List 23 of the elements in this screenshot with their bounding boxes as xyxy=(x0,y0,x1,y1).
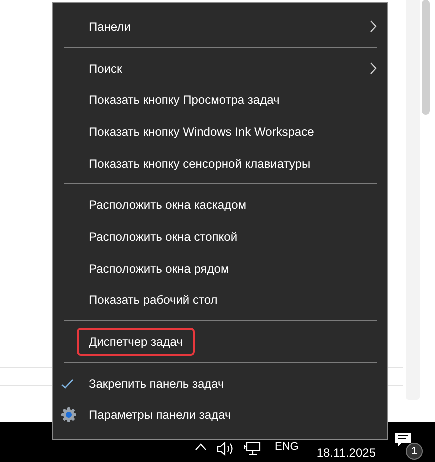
menu-item[interactable]: Параметры панели задач xyxy=(77,401,244,430)
menu-item[interactable]: Расположить окна рядом xyxy=(77,254,242,283)
menu-item[interactable]: Показать кнопку Windows Ink Workspace xyxy=(77,118,326,146)
notification-icon[interactable] xyxy=(394,432,412,448)
menu-item[interactable]: Расположить окна стопкой xyxy=(77,222,250,251)
notification-badge: 1 xyxy=(406,443,423,460)
menu-item[interactable]: Показать рабочий стол xyxy=(77,286,230,314)
menu-item[interactable]: Диспетчер задач xyxy=(77,328,195,356)
scrollbar[interactable] xyxy=(422,0,430,115)
chevron-right-icon xyxy=(370,20,377,34)
menu-item[interactable]: Расположить окна каскадом xyxy=(77,191,259,220)
menu-item[interactable]: Поиск xyxy=(77,54,134,83)
menu-item[interactable]: Показать кнопку сенсорной клавиатуры xyxy=(77,150,323,178)
network-icon[interactable] xyxy=(242,442,261,456)
menu-item[interactable]: Панели xyxy=(77,12,143,41)
speaker-icon[interactable] xyxy=(216,442,235,456)
date-text[interactable]: 18.11.2025 xyxy=(316,446,376,460)
menu-item[interactable]: Закрепить панель задач xyxy=(77,370,236,398)
menu-item[interactable]: Показать кнопку Просмотра задач xyxy=(77,86,292,114)
gear-icon xyxy=(61,407,77,424)
language-indicator[interactable]: ENG xyxy=(274,441,299,453)
chevron-right-icon xyxy=(370,62,377,76)
chevron-up-icon[interactable] xyxy=(194,443,207,451)
